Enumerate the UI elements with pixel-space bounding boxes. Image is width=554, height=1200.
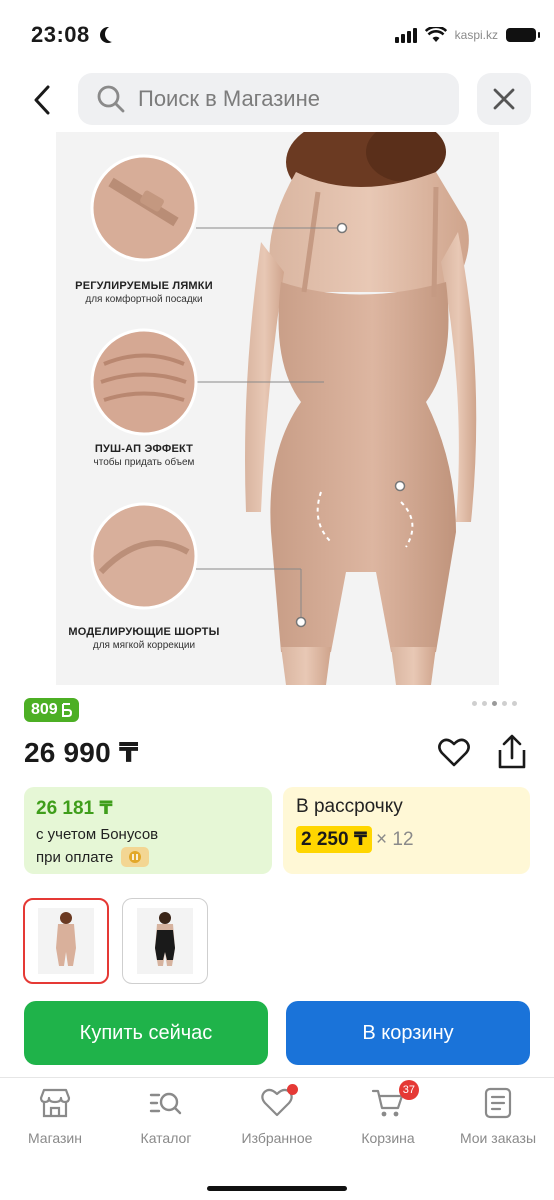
kaspi-gold-icon [121, 847, 150, 867]
orders-icon [484, 1087, 512, 1119]
bottom-navigation: Магазин Каталог Избранное 37 Корзина Мои… [0, 1077, 554, 1200]
add-to-cart-button[interactable]: В корзину [286, 1001, 530, 1065]
nav-label: Корзина [361, 1130, 415, 1146]
status-indicators: kaspi.kz [394, 24, 540, 46]
bonus-badge: 809 [24, 698, 79, 722]
color-thumbnail-beige[interactable] [23, 898, 109, 984]
do-not-disturb-moon-icon [105, 26, 121, 42]
home-indicator [207, 1186, 347, 1191]
feature-title-2: ПУШ-АП ЭФФЕКТ [94, 443, 194, 455]
gallery-dot [472, 701, 477, 706]
bonus-b-icon [61, 703, 72, 717]
installment-title: В рассрочку [296, 796, 403, 817]
nav-label: Каталог [140, 1130, 192, 1146]
product-image[interactable]: РЕГУЛИРУЕМЫЕ ЛЯМКИ для комфортной посадк… [56, 132, 499, 685]
bonus-price: 26 181 ₸ [36, 798, 113, 819]
search-icon [97, 85, 125, 113]
battery-icon [506, 28, 540, 42]
thumbnail-image [38, 908, 94, 974]
status-url: kaspi.kz [454, 28, 498, 42]
search-header [0, 66, 554, 132]
color-thumbnail-black[interactable] [122, 898, 208, 984]
cellular-signal-icon [394, 27, 417, 43]
product-price: 26 990 ₸ [24, 737, 139, 768]
gallery-dot-active [492, 701, 497, 706]
bonus-note-line1: с учетом Бонусов [36, 826, 159, 843]
bonus-note-line2: при оплате [36, 848, 114, 866]
close-button[interactable] [477, 73, 531, 125]
search-box[interactable] [78, 73, 459, 125]
cart-count-badge: 37 [398, 1080, 419, 1100]
feature-subtitle-1: для комфортной посадки [85, 294, 203, 305]
favorite-button[interactable] [437, 736, 471, 770]
feature-subtitle-2: чтобы придать объем [93, 457, 195, 468]
chevron-left-icon [34, 85, 50, 115]
nav-item-catalog[interactable]: Каталог [111, 1086, 221, 1156]
feature-subtitle-3: для мягкой коррекции [92, 640, 196, 651]
nav-item-orders[interactable]: Мои заказы [443, 1086, 553, 1156]
catalog-search-icon [149, 1092, 182, 1115]
bonus-value: 809 [31, 701, 58, 718]
installment-card[interactable]: В рассрочку 2 250 ₸ × 12 [283, 787, 530, 874]
status-time: 23:08 [31, 22, 90, 47]
back-button[interactable] [24, 80, 60, 120]
nav-label: Магазин [27, 1130, 82, 1146]
installment-monthly: 2 250 ₸ [296, 826, 373, 853]
gallery-dot [482, 701, 487, 706]
close-icon [493, 88, 515, 110]
nav-item-cart[interactable]: 37 Корзина [333, 1080, 443, 1156]
feature-title-1: РЕГУЛИРУЕМЫЕ ЛЯМКИ [75, 280, 213, 292]
feature-title-3: МОДЕЛИРУЮЩИЕ ШОРТЫ [68, 626, 220, 638]
nav-item-favorites[interactable]: Избранное [222, 1084, 332, 1156]
bonus-price-card[interactable]: 26 181 ₸ с учетом Бонусов при оплате [24, 787, 272, 874]
status-bar: 23:08 kaspi.kz [0, 0, 554, 66]
thumbnail-image [137, 908, 193, 974]
store-icon [39, 1088, 71, 1118]
wifi-icon [424, 27, 447, 42]
installment-months: × 12 [376, 828, 414, 850]
nav-label: Мои заказы [459, 1130, 537, 1146]
share-button[interactable] [496, 734, 528, 770]
nav-label: Избранное [241, 1130, 313, 1146]
gallery-dot [512, 701, 517, 706]
nav-item-store[interactable]: Магазин [0, 1086, 110, 1156]
share-icon [498, 734, 526, 769]
search-input[interactable] [138, 86, 438, 112]
buy-now-button[interactable]: Купить сейчас [24, 1001, 268, 1065]
notification-dot [287, 1084, 298, 1095]
heart-icon [438, 738, 470, 767]
gallery-dots [472, 701, 517, 706]
product-photo [90, 132, 477, 685]
gallery-dot [502, 701, 507, 706]
